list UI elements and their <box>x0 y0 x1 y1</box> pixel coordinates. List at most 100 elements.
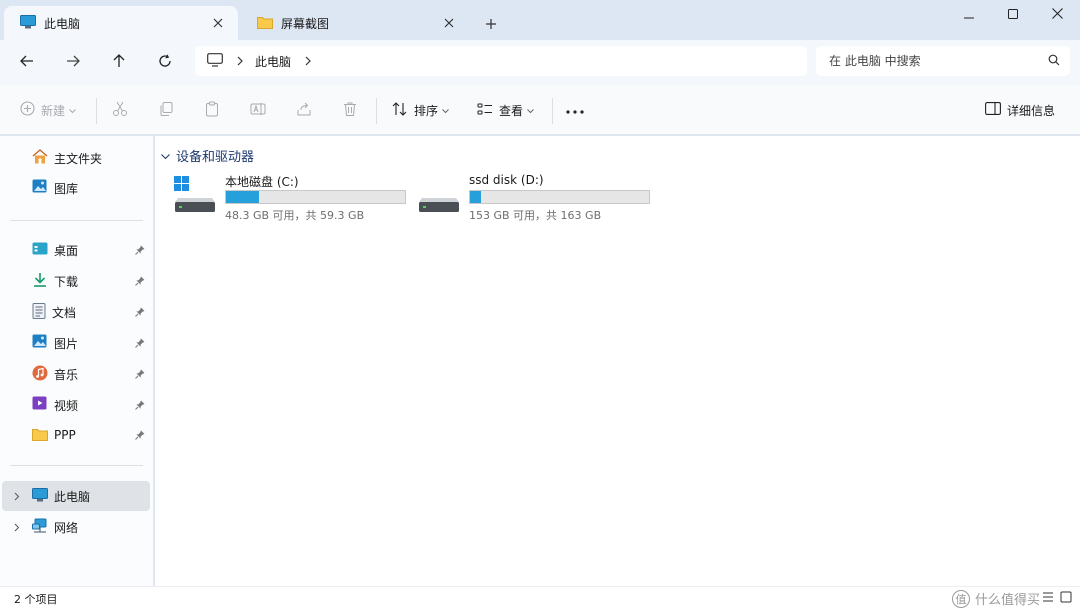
pin-icon[interactable] <box>132 242 148 258</box>
sidebar-item-music[interactable]: 音乐 <box>2 359 150 389</box>
chevron-right-icon[interactable] <box>11 490 23 502</box>
view-label: 查看 <box>499 103 524 118</box>
pin-icon[interactable] <box>132 427 148 443</box>
address-row: 此电脑 <box>0 40 1080 85</box>
video-icon <box>32 396 48 414</box>
sidebar-item-gallery[interactable]: 图库 <box>2 173 150 203</box>
chevron-right-icon[interactable] <box>305 56 311 66</box>
maximize-button[interactable] <box>990 0 1036 30</box>
pin-icon[interactable] <box>132 397 148 413</box>
network-icon <box>32 518 48 536</box>
sort-label: 排序 <box>414 103 439 118</box>
details-view-icon[interactable] <box>1042 591 1054 606</box>
search-icon[interactable] <box>1048 54 1060 69</box>
sort-icon <box>392 101 408 119</box>
chevron-right-icon[interactable] <box>237 56 243 66</box>
rename-icon <box>250 101 266 120</box>
pin-icon[interactable] <box>132 335 148 351</box>
gallery-icon <box>32 179 48 197</box>
command-bar: 新建 排序 查看 详细信息 <box>0 85 1080 135</box>
rename-button[interactable] <box>250 97 266 123</box>
view-icon <box>477 102 493 119</box>
more-options-button[interactable] <box>566 97 584 123</box>
tiles-view-icon[interactable] <box>1060 591 1072 606</box>
group-header-devices[interactable]: 设备和驱动器 <box>161 146 254 165</box>
close-tab-icon[interactable] <box>208 13 228 33</box>
watermark: 值 什么值得买 <box>952 589 1040 608</box>
copy-button[interactable] <box>158 97 174 123</box>
tab-screenshots[interactable]: 屏幕截图 <box>241 6 469 40</box>
close-tab-icon[interactable] <box>439 13 459 33</box>
drive-usage-fill <box>470 191 481 203</box>
desktop-icon <box>32 242 48 259</box>
pin-icon[interactable] <box>132 366 148 382</box>
windows-drive-icon <box>173 176 217 216</box>
sidebar-item-label: 主文件夹 <box>54 151 103 166</box>
refresh-button[interactable] <box>150 49 180 75</box>
chevron-right-icon[interactable] <box>11 521 23 533</box>
details-pane-button[interactable]: 详细信息 <box>985 97 1055 123</box>
file-list: 设备和驱动器 本地磁盘 (C:) 48.3 GB 可用，共 59.3 GB ss… <box>155 136 1080 586</box>
pin-icon[interactable] <box>132 304 148 320</box>
new-button[interactable]: 新建 <box>20 97 76 123</box>
sidebar-divider <box>10 220 143 221</box>
pin-icon[interactable] <box>132 273 148 289</box>
drive-usage-fill <box>226 191 260 203</box>
sidebar-item-downloads[interactable]: 下载 <box>2 266 150 296</box>
sidebar-item-ppp[interactable]: PPP <box>2 420 150 450</box>
sidebar-item-label: 图片 <box>54 336 79 351</box>
status-bar: 2 个项目 值 什么值得买 <box>0 586 1080 609</box>
address-bar[interactable]: 此电脑 <box>195 46 807 76</box>
drive-item-d[interactable]: ssd disk (D:) 153 GB 可用，共 163 GB <box>417 172 657 222</box>
download-icon <box>32 272 48 290</box>
drive-name: 本地磁盘 (C:) <box>225 175 299 189</box>
share-button[interactable] <box>296 97 312 123</box>
view-toggles <box>1042 591 1072 606</box>
sort-button[interactable]: 排序 <box>392 97 449 123</box>
arrow-left-icon <box>20 55 34 70</box>
chevron-down-icon <box>161 149 170 163</box>
search-box[interactable] <box>816 46 1070 76</box>
chevron-down-icon <box>69 103 76 117</box>
view-button[interactable]: 查看 <box>477 97 534 123</box>
details-label: 详细信息 <box>1007 103 1056 118</box>
chevron-down-icon <box>527 103 534 117</box>
drive-item-c[interactable]: 本地磁盘 (C:) 48.3 GB 可用，共 59.3 GB <box>173 172 413 222</box>
chevron-down-icon <box>442 103 449 117</box>
back-button[interactable] <box>12 49 42 75</box>
sidebar-item-pictures[interactable]: 图片 <box>2 328 150 358</box>
toolbar-divider <box>552 98 553 124</box>
minimize-button[interactable] <box>946 0 992 30</box>
tab-this-pc[interactable]: 此电脑 <box>4 6 238 40</box>
close-window-button[interactable] <box>1034 0 1080 30</box>
share-icon <box>296 101 312 120</box>
breadcrumb-this-pc[interactable]: 此电脑 <box>255 53 291 70</box>
sidebar-item-home[interactable]: 主文件夹 <box>2 143 150 173</box>
sidebar-item-label: 桌面 <box>54 243 79 258</box>
sidebar-item-label: 图库 <box>54 181 79 196</box>
navigation-pane: 主文件夹 图库 桌面 下载 文档 图片 音乐 视频 PPP 此电脑 网络 <box>0 136 154 586</box>
drive-usage-bar <box>469 190 650 204</box>
sidebar-item-label: 视频 <box>54 398 79 413</box>
tab-bar: 此电脑 屏幕截图 <box>0 0 1080 40</box>
delete-button[interactable] <box>342 97 358 123</box>
folder-icon <box>257 15 273 32</box>
forward-button[interactable] <box>58 49 88 75</box>
monitor-outline-icon <box>207 52 223 70</box>
up-button[interactable] <box>104 49 134 75</box>
paste-button[interactable] <box>204 97 220 123</box>
cut-button[interactable] <box>112 97 128 123</box>
sidebar-item-desktop[interactable]: 桌面 <box>2 235 150 265</box>
new-tab-button[interactable] <box>479 12 503 36</box>
clipboard-icon <box>204 101 220 120</box>
sidebar-item-network[interactable]: 网络 <box>2 512 150 542</box>
sidebar-item-documents[interactable]: 文档 <box>2 297 150 327</box>
group-label: 设备和驱动器 <box>176 150 255 165</box>
sidebar-item-this-pc[interactable]: 此电脑 <box>2 481 150 511</box>
toolbar-divider <box>96 98 97 124</box>
sidebar-item-label: 此电脑 <box>54 489 91 504</box>
search-input[interactable] <box>829 54 1048 68</box>
sidebar-item-label: 音乐 <box>54 367 79 382</box>
sidebar-item-videos[interactable]: 视频 <box>2 390 150 420</box>
more-icon <box>566 103 584 117</box>
